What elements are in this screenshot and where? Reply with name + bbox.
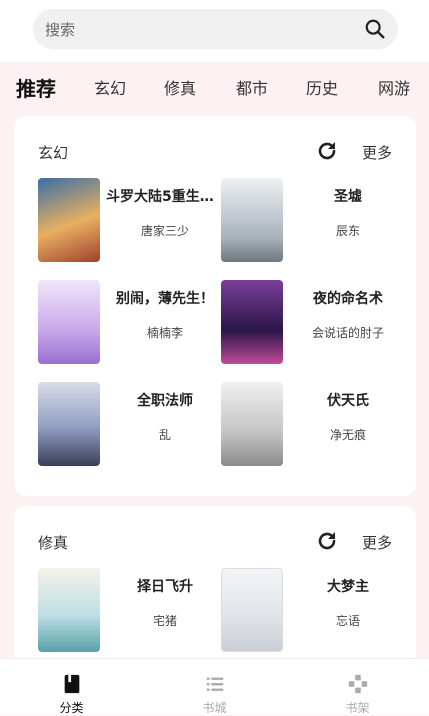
search-bar[interactable]: 搜索 [33,9,398,49]
book-icon [64,674,80,694]
book-author: 辰东 [335,224,360,238]
category-tabs: 推荐 玄幻 修真 都市 历史 网游 [0,66,429,108]
tab-lishi[interactable]: 历史 [306,75,338,99]
section-xiuzhen: 修真 更多 择日飞升 宅猪 大梦主 忘语 [14,506,416,666]
book-cover [38,178,100,262]
bottom-nav: 分类 书城 书架 [0,658,429,715]
nav-bookstore[interactable]: 书城 [143,659,286,715]
book-title: 大梦主 [327,579,369,595]
book-item[interactable]: 择日飞升 宅猪 [38,568,228,656]
list-icon [206,677,224,691]
book-cover [38,568,100,652]
book-title: 圣墟 [334,189,362,205]
book-item[interactable]: 大梦主 忘语 [221,568,411,656]
book-cover [221,568,283,652]
refresh-icon[interactable] [315,529,339,553]
section-header: 修真 更多 [14,506,416,576]
search-input[interactable]: 搜索 [45,19,364,40]
book-cover [38,382,100,466]
book-title: 择日飞升 [137,579,193,595]
tab-wangyou[interactable]: 网游 [378,75,410,99]
book-author: 净无痕 [329,428,366,442]
section-header: 玄幻 更多 [14,116,416,186]
book-author: 会说话的肘子 [311,326,384,340]
book-item[interactable]: 全职法师 乱 [38,382,228,470]
section-title: 修真 [38,534,69,552]
book-cover [221,178,283,262]
nav-label: 书架 [345,701,370,715]
more-button[interactable]: 更多 [362,142,392,163]
grid-icon [348,674,368,694]
book-item[interactable]: 夜的命名术 会说话的肘子 [221,280,411,368]
nav-label: 分类 [59,701,84,715]
tab-xuanhuan[interactable]: 玄幻 [94,75,126,99]
book-item[interactable]: 伏天氏 净无痕 [221,382,411,470]
nav-label: 书城 [202,701,227,715]
tab-xiuzhen[interactable]: 修真 [164,75,196,99]
book-item[interactable]: 斗罗大陆5重生唐三 唐家三少 [38,178,228,266]
tab-recommend[interactable]: 推荐 [16,73,56,102]
book-title: 别闹，薄先生！ [116,291,214,307]
book-author: 乱 [158,428,171,442]
book-cover [38,280,100,364]
book-author: 忘语 [335,614,360,628]
more-button[interactable]: 更多 [362,532,392,553]
search-icon[interactable] [364,18,386,40]
tab-dushi[interactable]: 都市 [236,75,268,99]
book-title: 夜的命名术 [313,291,383,307]
book-title: 伏天氏 [327,393,369,409]
nav-bookshelf[interactable]: 书架 [286,659,429,715]
book-title: 斗罗大陆5重生唐三 [106,189,224,205]
top-bar: 搜索 [0,0,429,62]
section-title: 玄幻 [38,144,69,162]
book-item[interactable]: 别闹，薄先生！ 楠楠李 [38,280,228,368]
refresh-icon[interactable] [315,139,339,163]
book-cover [221,382,283,466]
book-author: 宅猪 [152,614,177,628]
nav-category[interactable]: 分类 [0,659,143,715]
book-author: 楠楠李 [146,326,183,340]
book-author: 唐家三少 [140,224,189,238]
section-xuanhuan: 玄幻 更多 斗罗大陆5重生唐三 唐家三少 圣墟 辰东 别闹，薄先生！ 楠楠李 夜… [14,116,416,496]
book-cover [221,280,283,364]
book-title: 全职法师 [137,393,193,409]
book-item[interactable]: 圣墟 辰东 [221,178,411,266]
